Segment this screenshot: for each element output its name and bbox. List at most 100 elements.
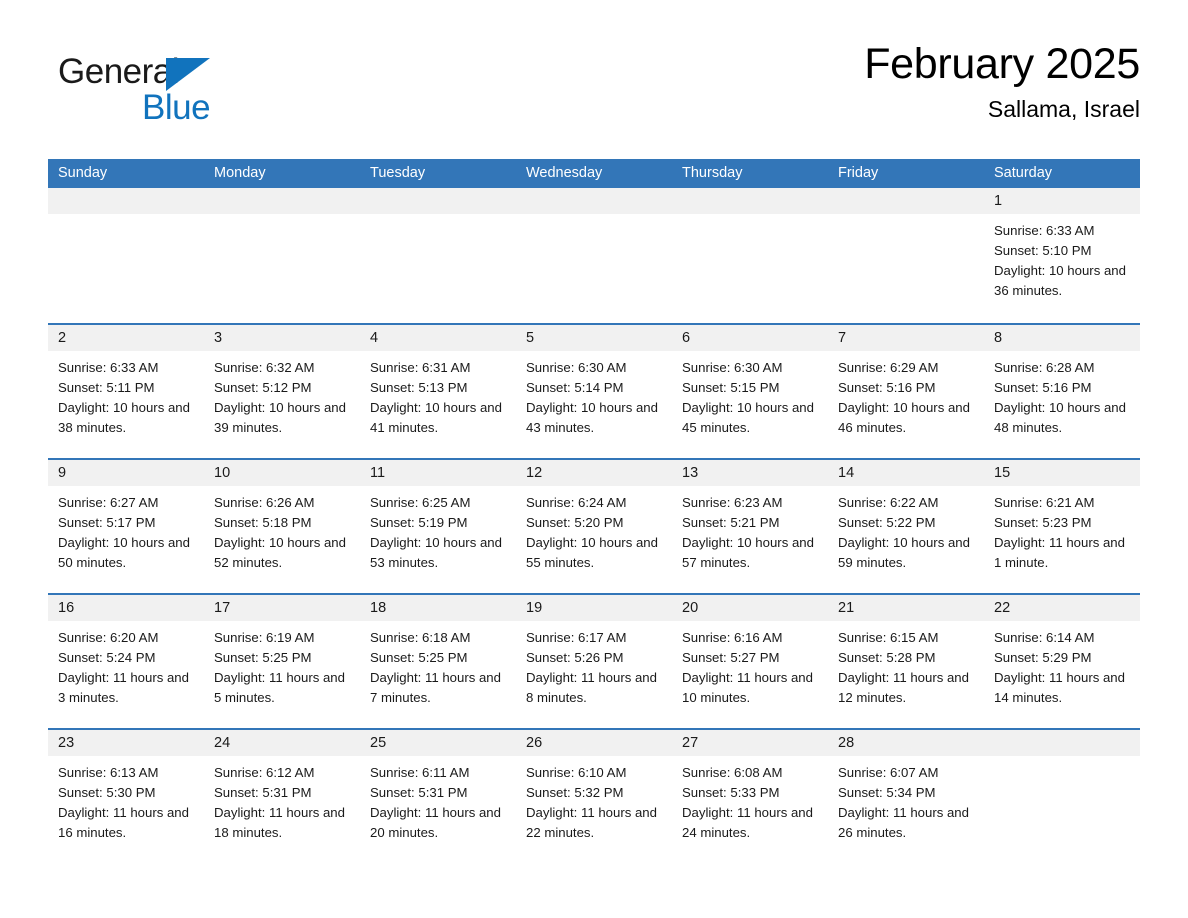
day-number: 28 [838,735,855,751]
calendar-day-cell[interactable]: 25 Sunrise: 6:11 AM Sunset: 5:31 PM Dayligh… [360,730,516,863]
day-number-band [828,188,984,214]
calendar-day-cell[interactable]: 23 Sunrise: 6:13 AM Sunset: 5:30 PM Dayligh… [48,730,204,863]
title-block: February 2025 Sallama, Israel [864,40,1140,123]
sunrise-text: Sunrise: 6:24 AM [526,495,627,510]
day-number: 24 [214,735,231,751]
day-number-band: 25 [360,730,516,756]
calendar-day-cell[interactable]: 27 Sunrise: 6:08 AM Sunset: 5:33 PM Dayligh… [672,730,828,863]
calendar-day-cell[interactable]: 12 Sunrise: 6:24 AM Sunset: 5:20 PM Dayligh… [516,460,672,593]
calendar-week-row: 9 Sunrise: 6:27 AM Sunset: 5:17 PM Daylight… [48,458,1140,593]
day-number-band [516,188,672,214]
day-number: 20 [682,600,699,616]
day-sun-info: Sunrise: 6:16 AM Sunset: 5:27 PM Daylight:… [672,621,828,708]
day-number: 11 [370,465,386,481]
calendar-day-cell[interactable]: 20 Sunrise: 6:16 AM Sunset: 5:27 PM Dayligh… [672,595,828,728]
sunset-text: Sunset: 5:30 PM [58,785,156,800]
calendar-day-cell[interactable]: 8 Sunrise: 6:28 AM Sunset: 5:16 PM Daylight… [984,325,1140,458]
calendar-day-cell[interactable]: 11 Sunrise: 6:25 AM Sunset: 5:19 PM Dayligh… [360,460,516,593]
calendar-day-cell[interactable]: 26 Sunrise: 6:10 AM Sunset: 5:32 PM Dayligh… [516,730,672,863]
calendar-weeks: 1 Sunrise: 6:33 AM Sunset: 5:10 PM Daylight… [48,188,1140,863]
weekday-header-saturday: Saturday [994,165,1053,181]
daylight-text: Daylight: 11 hours and 5 minutes. [214,670,345,705]
sunrise-text: Sunrise: 6:17 AM [526,630,627,645]
day-sun-info: Sunrise: 6:21 AM Sunset: 5:23 PM Daylight:… [984,486,1140,573]
daylight-text: Daylight: 11 hours and 1 minute. [994,535,1125,570]
sunset-text: Sunset: 5:16 PM [838,380,936,395]
calendar-day-cell[interactable]: 13 Sunrise: 6:23 AM Sunset: 5:21 PM Dayligh… [672,460,828,593]
calendar-day-cell[interactable]: 4 Sunrise: 6:31 AM Sunset: 5:13 PM Daylight… [360,325,516,458]
calendar-day-cell[interactable]: 15 Sunrise: 6:21 AM Sunset: 5:23 PM Dayligh… [984,460,1140,593]
calendar-day-cell[interactable]: 17 Sunrise: 6:19 AM Sunset: 5:25 PM Dayligh… [204,595,360,728]
calendar-day-cell[interactable]: 1 Sunrise: 6:33 AM Sunset: 5:10 PM Daylight… [984,188,1140,323]
calendar-day-cell[interactable]: 16 Sunrise: 6:20 AM Sunset: 5:24 PM Dayligh… [48,595,204,728]
day-sun-info: Sunrise: 6:26 AM Sunset: 5:18 PM Daylight:… [204,486,360,573]
daylight-text: Daylight: 10 hours and 53 minutes. [370,535,502,570]
calendar-day-cell[interactable]: 2 Sunrise: 6:33 AM Sunset: 5:11 PM Daylight… [48,325,204,458]
daylight-text: Daylight: 11 hours and 3 minutes. [58,670,189,705]
calendar-day-cell[interactable]: 24 Sunrise: 6:12 AM Sunset: 5:31 PM Dayligh… [204,730,360,863]
weekday-header-tuesday: Tuesday [370,165,426,181]
calendar-day-cell[interactable]: 19 Sunrise: 6:17 AM Sunset: 5:26 PM Dayligh… [516,595,672,728]
sunrise-text: Sunrise: 6:20 AM [58,630,159,645]
day-sun-info: Sunrise: 6:14 AM Sunset: 5:29 PM Daylight:… [984,621,1140,708]
day-number-band: 21 [828,595,984,621]
page-title: February 2025 [864,40,1140,88]
calendar-day-cell[interactable]: 9 Sunrise: 6:27 AM Sunset: 5:17 PM Daylight… [48,460,204,593]
day-sun-info: Sunrise: 6:33 AM Sunset: 5:11 PM Daylight:… [48,351,204,438]
sunrise-text: Sunrise: 6:11 AM [370,765,470,780]
calendar-day-cell-empty [516,188,672,323]
calendar-day-cell[interactable]: 18 Sunrise: 6:18 AM Sunset: 5:25 PM Dayligh… [360,595,516,728]
daylight-text: Daylight: 10 hours and 39 minutes. [214,400,346,435]
masthead: General Blue February 2025 Sallama, Isra… [48,40,1140,150]
logo-text-blue: Blue [142,88,211,127]
day-number: 25 [370,735,387,751]
calendar-day-cell[interactable]: 5 Sunrise: 6:30 AM Sunset: 5:14 PM Daylight… [516,325,672,458]
calendar-day-cell[interactable]: 6 Sunrise: 6:30 AM Sunset: 5:15 PM Daylight… [672,325,828,458]
day-number-band: 3 [204,325,360,351]
day-number: 8 [994,330,1003,346]
sunrise-text: Sunrise: 6:33 AM [994,223,1095,238]
sunrise-text: Sunrise: 6:30 AM [526,360,627,375]
daylight-text: Daylight: 10 hours and 43 minutes. [526,400,658,435]
day-number-band: 8 [984,325,1140,351]
calendar-day-cell[interactable]: 14 Sunrise: 6:22 AM Sunset: 5:22 PM Dayligh… [828,460,984,593]
weekday-header-thursday: Thursday [682,165,743,181]
day-number: 17 [214,600,231,616]
day-sun-info: Sunrise: 6:25 AM Sunset: 5:19 PM Daylight:… [360,486,516,573]
calendar-day-cell[interactable]: 28 Sunrise: 6:07 AM Sunset: 5:34 PM Dayligh… [828,730,984,863]
day-number-band: 6 [672,325,828,351]
day-sun-info: Sunrise: 6:30 AM Sunset: 5:14 PM Daylight:… [516,351,672,438]
daylight-text: Daylight: 11 hours and 8 minutes. [526,670,657,705]
day-number-band: 9 [48,460,204,486]
calendar-day-cell[interactable]: 22 Sunrise: 6:14 AM Sunset: 5:29 PM Dayligh… [984,595,1140,728]
daylight-text: Daylight: 11 hours and 26 minutes. [838,805,969,840]
calendar-day-cell-empty [204,188,360,323]
day-number-band [360,188,516,214]
day-sun-info: Sunrise: 6:33 AM Sunset: 5:10 PM Daylight:… [984,214,1140,301]
sunrise-text: Sunrise: 6:29 AM [838,360,939,375]
calendar-day-cell-empty [360,188,516,323]
sunrise-text: Sunrise: 6:07 AM [838,765,939,780]
daylight-text: Daylight: 11 hours and 10 minutes. [682,670,813,705]
daylight-text: Daylight: 10 hours and 50 minutes. [58,535,190,570]
day-number-band: 1 [984,188,1140,214]
general-blue-logo: General Blue [58,54,318,134]
sunset-text: Sunset: 5:31 PM [370,785,468,800]
day-sun-info: Sunrise: 6:12 AM Sunset: 5:31 PM Daylight:… [204,756,360,843]
calendar-day-cell[interactable]: 7 Sunrise: 6:29 AM Sunset: 5:16 PM Daylight… [828,325,984,458]
sunset-text: Sunset: 5:13 PM [370,380,468,395]
sunset-text: Sunset: 5:21 PM [682,515,780,530]
calendar-day-cell[interactable]: 21 Sunrise: 6:15 AM Sunset: 5:28 PM Dayligh… [828,595,984,728]
daylight-text: Daylight: 10 hours and 48 minutes. [994,400,1126,435]
calendar-day-cell[interactable]: 3 Sunrise: 6:32 AM Sunset: 5:12 PM Daylight… [204,325,360,458]
day-sun-info: Sunrise: 6:20 AM Sunset: 5:24 PM Daylight:… [48,621,204,708]
day-number-band: 17 [204,595,360,621]
sunrise-text: Sunrise: 6:14 AM [994,630,1095,645]
calendar-week-row: 1 Sunrise: 6:33 AM Sunset: 5:10 PM Daylight… [48,188,1140,323]
day-number: 15 [994,465,1011,481]
logo-triangle-icon [166,58,210,91]
calendar-day-cell[interactable]: 10 Sunrise: 6:26 AM Sunset: 5:18 PM Dayligh… [204,460,360,593]
daylight-text: Daylight: 11 hours and 12 minutes. [838,670,969,705]
day-number: 26 [526,735,543,751]
day-number-band: 19 [516,595,672,621]
